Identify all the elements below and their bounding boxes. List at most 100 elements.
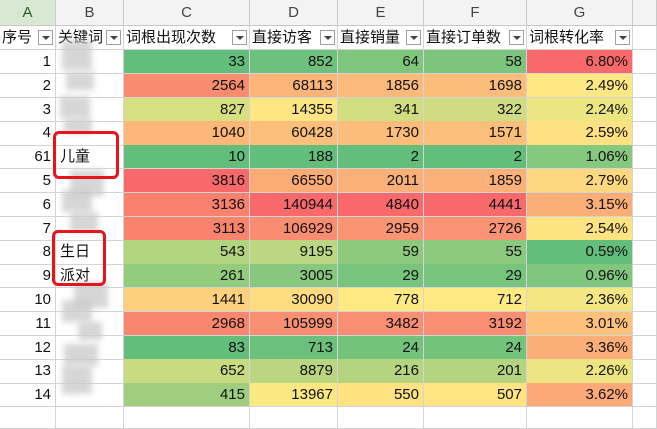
data-cell[interactable]: 3 [0, 97, 56, 122]
data-cell[interactable]: 2.79% [527, 169, 633, 194]
empty-cell[interactable] [56, 407, 124, 429]
data-cell[interactable]: 29 [338, 264, 424, 289]
column-header-f[interactable]: F [424, 0, 527, 26]
data-cell[interactable]: 1859 [424, 169, 527, 194]
data-cell[interactable]: 2 [0, 73, 56, 99]
data-cell[interactable]: 1730 [338, 121, 424, 146]
filter-dropdown-icon[interactable] [38, 30, 53, 45]
filter-dropdown-icon[interactable] [232, 30, 247, 45]
data-cell[interactable]: 778 [338, 288, 424, 313]
data-cell[interactable]: 713 [250, 335, 338, 360]
data-cell[interactable]: 322 [424, 97, 527, 122]
data-cell[interactable]: 2968 [124, 311, 250, 337]
header-cell-c[interactable]: 词根出现次数 [124, 26, 250, 50]
data-cell[interactable]: 13967 [250, 383, 338, 408]
data-cell[interactable]: 55 [424, 240, 527, 265]
empty-cell[interactable] [633, 50, 657, 75]
data-cell[interactable]: 12 [0, 335, 56, 360]
column-header-b[interactable]: B [56, 0, 124, 26]
data-cell[interactable]: 66550 [250, 169, 338, 194]
empty-cell[interactable] [633, 26, 657, 50]
data-cell[interactable]: 261 [124, 264, 250, 289]
data-cell[interactable]: 14 [0, 383, 56, 408]
data-cell[interactable]: 5 [0, 169, 56, 194]
data-cell[interactable]: 83 [124, 335, 250, 360]
data-cell[interactable]: 201 [424, 359, 527, 384]
data-cell[interactable]: 1 [0, 50, 56, 75]
data-cell[interactable]: 3192 [424, 311, 527, 337]
data-cell[interactable]: 10 [0, 288, 56, 313]
header-cell-g[interactable]: 词根转化率 [527, 26, 633, 50]
column-header-h[interactable] [633, 0, 657, 26]
header-cell-e[interactable]: 直接销量 [338, 26, 424, 50]
column-header-a[interactable]: A [0, 0, 56, 26]
data-cell[interactable]: 2.24% [527, 97, 633, 122]
data-cell[interactable]: 6.80% [527, 50, 633, 75]
empty-cell[interactable] [633, 335, 657, 360]
data-cell[interactable]: 3482 [338, 311, 424, 337]
data-cell[interactable]: 0.59% [527, 240, 633, 265]
empty-cell[interactable] [633, 121, 657, 146]
data-cell[interactable]: 30090 [250, 288, 338, 313]
data-cell[interactable]: 2.59% [527, 121, 633, 146]
empty-cell[interactable] [633, 97, 657, 122]
filter-dropdown-icon[interactable] [406, 30, 421, 45]
empty-cell[interactable] [633, 359, 657, 384]
empty-cell[interactable] [633, 264, 657, 289]
data-cell[interactable]: 58 [424, 50, 527, 75]
empty-cell[interactable] [633, 216, 657, 241]
empty-cell[interactable] [338, 407, 424, 429]
data-cell[interactable]: 2011 [338, 169, 424, 194]
empty-cell[interactable] [633, 383, 657, 408]
data-cell[interactable]: 507 [424, 383, 527, 408]
empty-cell[interactable] [0, 407, 56, 429]
data-cell[interactable]: 188 [250, 145, 338, 170]
data-cell[interactable]: 68113 [250, 73, 338, 99]
data-cell[interactable]: 33 [124, 50, 250, 75]
empty-cell[interactable] [633, 288, 657, 313]
data-cell[interactable]: 24 [424, 335, 527, 360]
data-cell[interactable]: 652 [124, 359, 250, 384]
data-cell[interactable]: 3.15% [527, 192, 633, 218]
empty-cell[interactable] [250, 407, 338, 429]
empty-cell[interactable] [633, 407, 657, 429]
data-cell[interactable]: 61 [0, 145, 56, 170]
data-cell[interactable]: 2.49% [527, 73, 633, 99]
empty-cell[interactable] [527, 407, 633, 429]
empty-cell[interactable] [424, 407, 527, 429]
data-cell[interactable]: 2564 [124, 73, 250, 99]
data-cell[interactable]: 3136 [124, 192, 250, 218]
data-cell[interactable]: 6 [0, 192, 56, 218]
data-cell[interactable]: 7 [0, 216, 56, 241]
data-cell[interactable]: 8879 [250, 359, 338, 384]
data-cell[interactable]: 543 [124, 240, 250, 265]
data-cell[interactable]: 415 [124, 383, 250, 408]
data-cell[interactable]: 852 [250, 50, 338, 75]
empty-cell[interactable] [124, 407, 250, 429]
data-cell[interactable]: 24 [338, 335, 424, 360]
column-header-g[interactable]: G [527, 0, 633, 26]
data-cell[interactable]: 4441 [424, 192, 527, 218]
data-cell[interactable]: 8 [0, 240, 56, 265]
data-cell[interactable]: 4 [0, 121, 56, 146]
data-cell[interactable]: 29 [424, 264, 527, 289]
data-cell[interactable]: 11 [0, 311, 56, 337]
data-cell[interactable]: 0.96% [527, 264, 633, 289]
filter-dropdown-icon[interactable] [615, 30, 630, 45]
data-cell[interactable]: 14355 [250, 97, 338, 122]
empty-cell[interactable] [633, 73, 657, 99]
data-cell[interactable]: 10 [124, 145, 250, 170]
filter-dropdown-icon[interactable] [509, 30, 524, 45]
header-cell-idx[interactable]: 序号 [0, 26, 56, 50]
data-cell[interactable]: 59 [338, 240, 424, 265]
data-cell[interactable]: 106929 [250, 216, 338, 241]
data-cell[interactable]: 550 [338, 383, 424, 408]
header-cell-d[interactable]: 直接访客 [250, 26, 338, 50]
data-cell[interactable]: 1.06% [527, 145, 633, 170]
data-cell[interactable]: 341 [338, 97, 424, 122]
data-cell[interactable]: 2 [338, 145, 424, 170]
data-cell[interactable]: 1856 [338, 73, 424, 99]
empty-cell[interactable] [633, 145, 657, 170]
column-header-d[interactable]: D [250, 0, 338, 26]
header-cell-f[interactable]: 直接订单数 [424, 26, 527, 50]
